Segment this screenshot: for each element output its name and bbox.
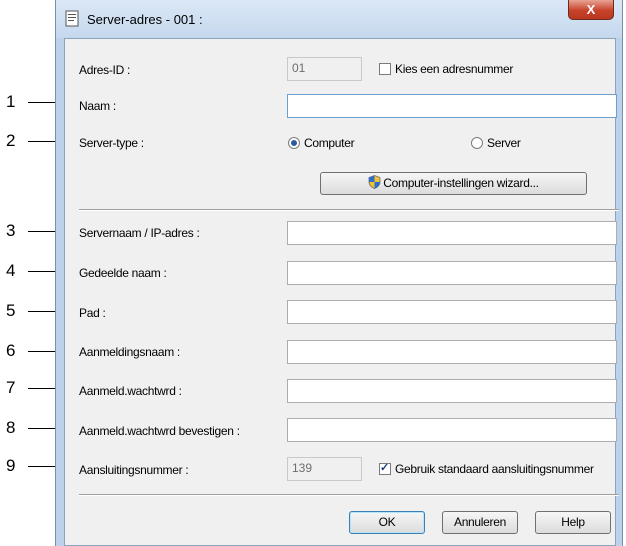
wachtwoord-label: Aanmeld.wachtwrd : (79, 384, 182, 398)
callout-number: 1 (6, 92, 16, 111)
callout-number: 4 (6, 261, 16, 280)
uac-shield-icon (368, 175, 381, 189)
wachtwoord-bevestigen-input[interactable] (287, 418, 617, 442)
radio-server[interactable] (471, 137, 483, 149)
aansluitingsnummer-label: Aansluitingsnummer : (79, 463, 189, 477)
radio-computer[interactable] (288, 137, 300, 149)
wizard-button-label: Computer-instellingen wizard... (383, 176, 539, 190)
wachtwoord-input[interactable] (287, 379, 617, 403)
computer-settings-wizard-button[interactable]: Computer-instellingen wizard... (320, 172, 587, 195)
kies-adresnummer-checkbox[interactable] (379, 63, 391, 75)
ok-button[interactable]: OK (349, 511, 425, 534)
title-bar[interactable]: Server-adres - 001 : X (56, 0, 622, 38)
naam-input[interactable] (287, 94, 617, 118)
adres-id-field: 01 (287, 57, 362, 81)
aansluitingsnummer-field: 139 (287, 457, 362, 481)
radio-server-label: Server (487, 136, 521, 150)
standaard-aansluitingsnummer-checkbox[interactable] (379, 461, 391, 475)
document-icon (65, 10, 79, 27)
callout-number: 3 (6, 221, 16, 240)
callout-number: 2 (6, 131, 16, 150)
radio-computer-label: Computer (304, 136, 355, 150)
adres-id-label: Adres-ID : (79, 63, 131, 77)
standaard-aansluitingsnummer-label: Gebruik standaard aansluitingsnummer (395, 462, 594, 476)
naam-label: Naam : (79, 99, 116, 113)
pad-label: Pad : (79, 306, 106, 320)
pad-input[interactable] (287, 300, 617, 324)
gedeelde-naam-input[interactable] (287, 261, 617, 285)
kies-adresnummer-label: Kies een adresnummer (395, 62, 514, 76)
dialog-body: Adres-ID : 01 Kies een adresnummer Naam … (64, 38, 619, 546)
callout-number: 6 (6, 341, 16, 360)
callout-number: 7 (6, 378, 16, 397)
annuleren-button[interactable]: Annuleren (442, 511, 518, 534)
callout-number: 8 (6, 418, 16, 437)
servernaam-label: Servernaam / IP-adres : (79, 226, 200, 240)
separator (79, 209, 619, 211)
aanmeldingsnaam-label: Aanmeldingsnaam : (79, 345, 180, 359)
aanmeldingsnaam-input[interactable] (287, 340, 617, 364)
callout-number: 9 (6, 456, 16, 475)
servertype-label: Server-type : (79, 136, 144, 150)
close-button[interactable]: X (568, 0, 614, 20)
separator (79, 494, 619, 496)
help-button[interactable]: Help (535, 511, 611, 534)
server-address-dialog: Server-adres - 001 : X Adres-ID : 01 Kie… (55, 0, 623, 546)
gedeelde-naam-label: Gedeelde naam : (79, 266, 167, 280)
window-title: Server-adres - 001 : (87, 12, 203, 27)
servernaam-input[interactable] (287, 221, 617, 245)
callout-number: 5 (6, 301, 16, 320)
wachtwoord-bevestigen-label: Aanmeld.wachtwrd bevestigen : (79, 424, 240, 438)
